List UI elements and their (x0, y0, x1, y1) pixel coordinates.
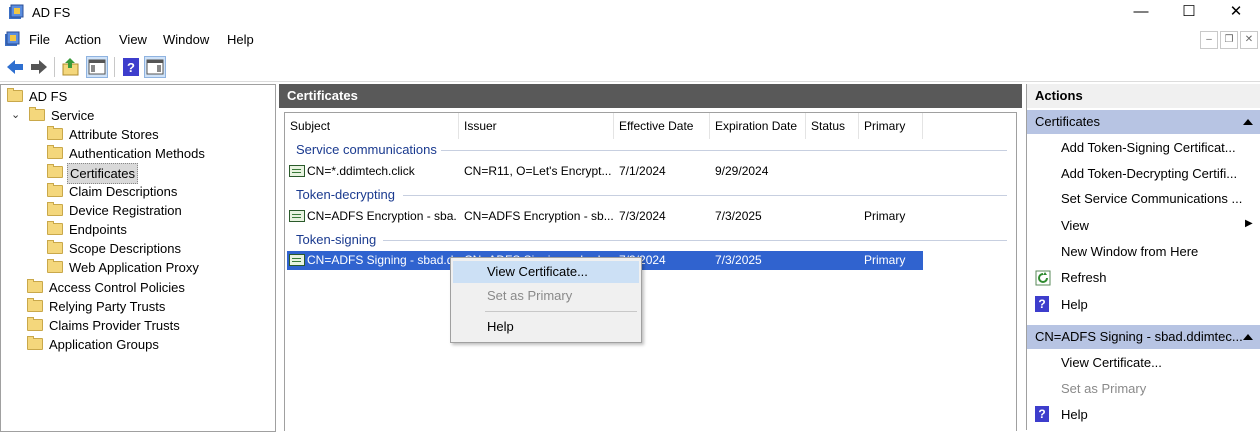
chevron-down-icon[interactable]: ⌄ (11, 106, 20, 125)
group-title-service-communications: Service communications (296, 142, 437, 157)
table-row[interactable]: CN=*.ddimtech.click CN=R11, O=Let's Encr… (287, 162, 927, 182)
child-restore-button[interactable]: ❐ (1220, 31, 1238, 49)
mmc-app-icon[interactable] (4, 31, 22, 47)
show-hide-console-tree-icon[interactable] (86, 56, 108, 78)
folder-icon (47, 259, 63, 273)
folder-icon (27, 298, 43, 312)
folder-icon (47, 183, 63, 197)
minimize-button[interactable]: — (1118, 0, 1164, 26)
adfs-app-icon (8, 4, 26, 20)
up-one-level-icon[interactable] (60, 56, 82, 78)
actions-section-certificates[interactable]: Certificates (1027, 110, 1260, 134)
title-bar: AD FS — ☐ ✕ (0, 0, 1260, 26)
action-set-as-primary: Set as Primary (1061, 381, 1147, 396)
results-pane-title: Certificates (279, 84, 1022, 108)
column-header-primary[interactable]: Primary (859, 113, 923, 139)
collapse-arrow-icon[interactable] (1243, 119, 1253, 125)
actions-section-selected-certificate[interactable]: CN=ADFS Signing - sbad.ddimtec... (1027, 325, 1260, 349)
console-tree: AD FS ⌄ Service Attribute Stores Authent… (0, 84, 276, 432)
column-header-expiration-date[interactable]: Expiration Date (710, 113, 806, 139)
help-icon: ? (1035, 296, 1049, 312)
column-header-status[interactable]: Status (806, 113, 859, 139)
back-arrow-icon[interactable] (4, 56, 26, 78)
certificate-list: Subject Issuer Effective Date Expiration… (284, 112, 1017, 431)
action-view[interactable]: View (1061, 218, 1089, 233)
action-help-selected[interactable]: Help (1061, 407, 1088, 422)
close-button[interactable]: ✕ (1213, 0, 1259, 26)
menu-file[interactable]: File (29, 32, 50, 47)
group-divider (403, 195, 1007, 196)
group-title-token-signing: Token-signing (296, 232, 377, 247)
folder-icon (47, 164, 63, 178)
action-new-window-from-here[interactable]: New Window from Here (1061, 244, 1198, 259)
svg-text:?: ? (127, 60, 135, 75)
folder-icon (47, 240, 63, 254)
action-add-token-decrypting-certificate[interactable]: Add Token-Decrypting Certifi... (1061, 166, 1237, 181)
folder-icon (47, 126, 63, 140)
toolbar-separator (114, 57, 115, 77)
folder-icon (29, 107, 45, 121)
folder-icon (27, 336, 43, 350)
submenu-arrow-icon: ▶ (1245, 218, 1253, 229)
child-minimize-button[interactable]: – (1200, 31, 1218, 49)
refresh-icon (1035, 270, 1051, 286)
actions-section-title: Certificates (1035, 114, 1101, 129)
menu-action[interactable]: Action (65, 32, 101, 47)
window-title: AD FS (32, 5, 71, 20)
context-menu-set-as-primary: Set as Primary (487, 288, 573, 303)
maximize-button[interactable]: ☐ (1166, 0, 1212, 26)
menu-bar: File Action View Window Help – ❐ ✕ (0, 28, 1260, 52)
action-set-service-communications[interactable]: Set Service Communications ... (1061, 191, 1242, 206)
certificate-icon (289, 254, 305, 266)
show-hide-action-pane-icon[interactable] (144, 56, 166, 78)
help-icon: ? (1035, 406, 1049, 422)
certificate-icon (289, 165, 305, 177)
folder-icon (47, 202, 63, 216)
action-help[interactable]: Help (1061, 297, 1088, 312)
child-close-button[interactable]: ✕ (1240, 31, 1258, 49)
context-menu-separator (485, 311, 637, 312)
help-icon[interactable]: ? (120, 56, 142, 78)
group-divider (441, 150, 1007, 151)
results-pane: Certificates Subject Issuer Effective Da… (279, 84, 1022, 431)
folder-icon (27, 317, 43, 331)
group-title-token-decrypting: Token-decrypting (296, 187, 395, 202)
group-divider (383, 240, 1007, 241)
folder-icon (27, 279, 43, 293)
forward-arrow-icon[interactable] (28, 56, 50, 78)
action-view-certificate[interactable]: View Certificate... (1061, 355, 1162, 370)
folder-icon (7, 88, 23, 102)
context-menu: View Certificate... Set as Primary Help (450, 257, 642, 343)
context-menu-view-certificate[interactable]: View Certificate... (453, 261, 639, 283)
certificate-icon (289, 210, 305, 222)
actions-section-title: CN=ADFS Signing - sbad.ddimtec... (1035, 329, 1243, 344)
collapse-arrow-icon[interactable] (1243, 334, 1253, 340)
menu-view[interactable]: View (119, 32, 147, 47)
column-header-effective-date[interactable]: Effective Date (614, 113, 710, 139)
folder-icon (47, 221, 63, 235)
column-header-subject[interactable]: Subject (285, 113, 459, 139)
menu-help[interactable]: Help (227, 32, 254, 47)
folder-icon (47, 145, 63, 159)
table-row[interactable]: CN=ADFS Encryption - sba... CN=ADFS Encr… (287, 207, 927, 227)
context-menu-help[interactable]: Help (453, 316, 639, 338)
menu-window[interactable]: Window (163, 32, 209, 47)
actions-pane-title: Actions (1027, 84, 1260, 108)
action-refresh[interactable]: Refresh (1061, 270, 1107, 285)
toolbar: ? (0, 53, 1260, 82)
actions-pane: Actions Certificates Add Token-Signing C… (1026, 84, 1260, 430)
toolbar-separator (54, 57, 55, 77)
action-add-token-signing-certificate[interactable]: Add Token-Signing Certificat... (1061, 140, 1236, 155)
column-header-issuer[interactable]: Issuer (459, 113, 614, 139)
